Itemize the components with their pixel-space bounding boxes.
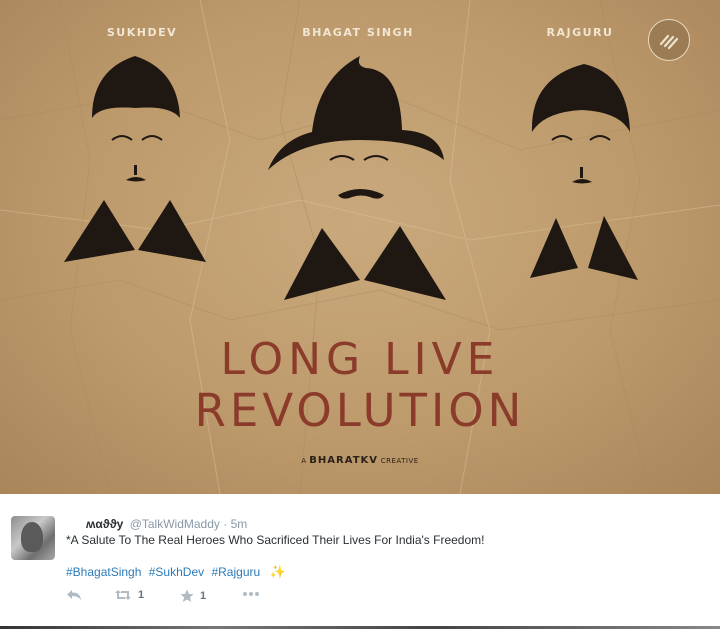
sparkle-emoji: ✨ <box>269 564 286 579</box>
poster-image[interactable]: SUKHDEV BHAGAT SINGH RAJGURU LONG LIVE R… <box>0 0 720 494</box>
name-sukhdev: SUKHDEV <box>106 26 178 39</box>
favorite-button[interactable]: 1 <box>180 589 206 603</box>
credit-prefix: A <box>301 457 307 465</box>
star-icon <box>180 589 194 602</box>
display-name[interactable]: ʍαϑϑу <box>86 517 123 531</box>
chevron-logo-icon <box>648 19 690 61</box>
hashtag-rajguru[interactable]: #Rajguru <box>211 565 260 579</box>
reply-button[interactable] <box>66 589 82 601</box>
retweet-count: 1 <box>138 589 145 601</box>
hashtag-sukhdev[interactable]: #SukhDev <box>149 565 204 579</box>
more-icon <box>243 592 259 596</box>
tweet-header: ʍαϑϑу @TalkWidMaddy · 5m <box>86 517 247 531</box>
credit-suffix: CREATIVE <box>380 457 419 465</box>
hashtag-row: #BhagatSingh #SukhDev #Rajguru ✨ <box>66 564 286 580</box>
hashtag-bhagatsingh[interactable]: #BhagatSingh <box>66 565 141 579</box>
favorite-count: 1 <box>200 590 207 602</box>
tweet-time[interactable]: 5m <box>231 517 248 531</box>
retweet-button[interactable]: 1 <box>114 589 144 601</box>
tweet-card: ʍαϑϑу @TalkWidMaddy · 5m *A Salute To Th… <box>0 494 720 629</box>
more-button[interactable] <box>242 591 260 597</box>
tweet-text: *A Salute To The Real Heroes Who Sacrifi… <box>66 533 485 547</box>
header-separator: · <box>223 517 228 531</box>
headline-line-1: LONG LIVE <box>220 334 500 385</box>
credit-brand: BHARATKV <box>309 455 378 466</box>
headline-line-2: REVOLUTION <box>194 384 526 437</box>
bhagat-singh-silhouette <box>268 56 446 300</box>
rajguru-silhouette <box>530 64 638 280</box>
retweet-icon <box>115 590 131 600</box>
sukhdev-silhouette <box>64 56 206 262</box>
reply-icon <box>67 590 81 600</box>
user-handle[interactable]: @TalkWidMaddy <box>130 517 220 531</box>
poster-credit: A BHARATKV CREATIVE <box>0 455 720 466</box>
name-bhagat-singh: BHAGAT SINGH <box>302 26 414 39</box>
avatar[interactable] <box>11 516 55 560</box>
name-rajguru: RAJGURU <box>546 26 614 39</box>
